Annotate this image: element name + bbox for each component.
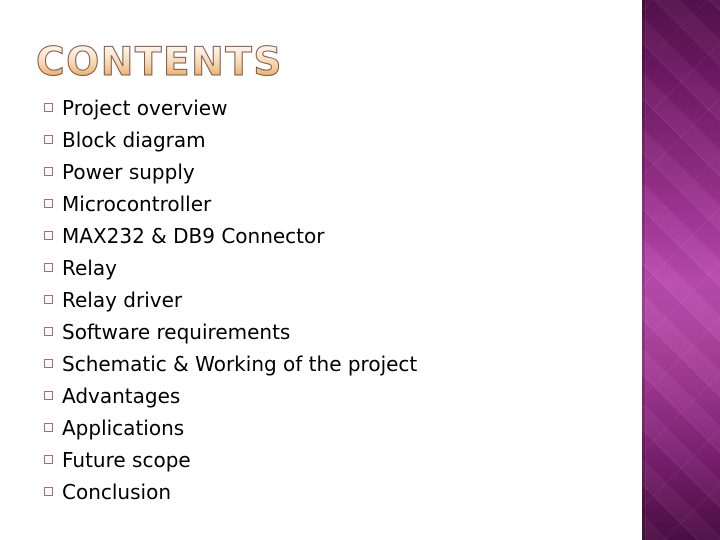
panel-edge-highlight xyxy=(645,0,646,540)
square-bullet-icon xyxy=(44,391,53,400)
list-item-label: Schematic & Working of the project xyxy=(62,352,418,376)
list-item[interactable]: Applications xyxy=(44,412,614,444)
list-item-label: Software requirements xyxy=(62,320,291,344)
contents-list: Project overview Block diagram Power suppl… xyxy=(44,92,614,508)
right-gradient-panel xyxy=(642,0,720,540)
square-bullet-icon xyxy=(44,135,53,144)
list-item-label: Future scope xyxy=(62,448,191,472)
square-bullet-icon xyxy=(44,231,53,240)
list-item-label: Microcontroller xyxy=(62,192,212,216)
square-bullet-icon xyxy=(44,487,53,496)
square-bullet-icon xyxy=(44,199,53,208)
title-container: CONTENTS xyxy=(36,40,596,90)
slide-canvas: CONTENTS Project overview Block diagram Po… xyxy=(0,0,720,540)
page-title: CONTENTS xyxy=(36,40,596,86)
square-bullet-icon xyxy=(44,455,53,464)
list-item-label: Power supply xyxy=(62,160,195,184)
list-item[interactable]: Schematic & Working of the project xyxy=(44,348,614,380)
square-bullet-icon xyxy=(44,167,53,176)
square-bullet-icon xyxy=(44,263,53,272)
list-item-label: Relay driver xyxy=(62,288,183,312)
list-item[interactable]: Relay driver xyxy=(44,284,614,316)
list-item[interactable]: Project overview xyxy=(44,92,614,124)
square-bullet-icon xyxy=(44,295,53,304)
list-item[interactable]: Conclusion xyxy=(44,476,614,508)
square-bullet-icon xyxy=(44,327,53,336)
list-item-label: Block diagram xyxy=(62,128,206,152)
square-bullet-icon xyxy=(44,423,53,432)
list-item[interactable]: Advantages xyxy=(44,380,614,412)
list-item[interactable]: Future scope xyxy=(44,444,614,476)
diamond-lattice-pattern xyxy=(642,0,720,540)
list-item[interactable]: Power supply xyxy=(44,156,614,188)
list-item-label: Project overview xyxy=(62,96,228,120)
list-item-label: Advantages xyxy=(62,384,181,408)
list-item[interactable]: Relay xyxy=(44,252,614,284)
square-bullet-icon xyxy=(44,103,53,112)
list-item[interactable]: Software requirements xyxy=(44,316,614,348)
list-item[interactable]: MAX232 & DB9 Connector xyxy=(44,220,614,252)
list-item-label: Conclusion xyxy=(62,480,171,504)
list-item-label: Relay xyxy=(62,256,117,280)
list-item-label: Applications xyxy=(62,416,185,440)
square-bullet-icon xyxy=(44,359,53,368)
list-item[interactable]: Block diagram xyxy=(44,124,614,156)
list-item-label: MAX232 & DB9 Connector xyxy=(62,224,325,248)
list-item[interactable]: Microcontroller xyxy=(44,188,614,220)
